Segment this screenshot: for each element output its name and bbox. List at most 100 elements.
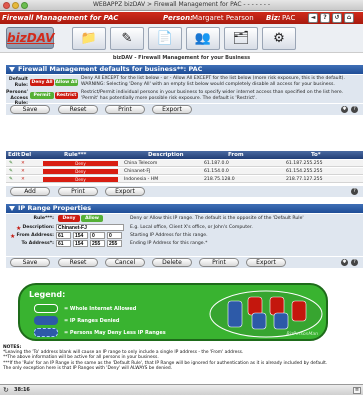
help-button[interactable]: ?: [320, 13, 330, 23]
col-from[interactable]: From: [228, 152, 244, 158]
from-octet-1[interactable]: [56, 232, 71, 239]
ip-range-button-row: Save Reset Cancel Delete Print Export ✱ …: [6, 257, 363, 268]
ip-range-properties-header[interactable]: IP Range Properties: [6, 204, 363, 213]
delete-x-icon[interactable]: ✕: [21, 177, 25, 182]
col-del: Del: [21, 152, 32, 158]
folder-icon[interactable]: 📁: [72, 27, 106, 50]
settings-gear-icon[interactable]: ✱: [341, 106, 348, 113]
default-rule-description: Deny All EXCEPT for the list below - or …: [81, 76, 345, 87]
col-edit: Edit: [8, 152, 21, 158]
to-address-label: To Address*:: [21, 241, 55, 246]
ip-save-button[interactable]: Save: [10, 258, 50, 267]
settings-gear-icon[interactable]: ✱: [341, 259, 348, 266]
to-cell: 218.77.127.255: [286, 177, 323, 182]
help-icon[interactable]: ?: [351, 188, 358, 195]
to-cell: 61.154.255.255: [286, 169, 323, 174]
defaults-print-button[interactable]: Print: [105, 105, 145, 114]
description-cell: Indonesia - HM: [124, 177, 159, 182]
app-header: Firewall Management for PAC Person: Marg…: [0, 12, 363, 24]
to-octet-1[interactable]: [56, 240, 71, 247]
pen-icon[interactable]: ✎: [110, 27, 144, 50]
col-rule[interactable]: Rule***: [64, 152, 86, 158]
tools-icon[interactable]: ⚙: [262, 27, 296, 50]
ip-print-button[interactable]: Print: [199, 258, 239, 267]
ip-cancel-button[interactable]: Cancel: [105, 258, 145, 267]
firewall-defaults-title: Firewall Management defaults for busines…: [18, 65, 203, 73]
home-button[interactable]: ⌂: [344, 13, 354, 23]
ip-denied-swatch: [34, 316, 58, 325]
table-row[interactable]: ✎ ✕ Deny Indonesia - HM 218.75.128.0 218…: [6, 176, 363, 183]
deny-all-toggle[interactable]: Deny All: [30, 79, 54, 86]
edit-pencil-icon[interactable]: ✎: [9, 169, 13, 174]
status-bar: ↻ 38:16 ≡: [0, 384, 363, 395]
firewall-defaults-header[interactable]: Firewall Management defaults for busines…: [6, 65, 363, 74]
from-address-label: From Address:: [16, 233, 54, 238]
delete-x-icon[interactable]: ✕: [21, 169, 25, 174]
people-icon[interactable]: 👥: [186, 27, 220, 50]
app-title: Firewall Management for PAC: [2, 14, 119, 22]
rule-cell: Deny: [43, 169, 118, 174]
from-cell: 61.187.0.0: [204, 161, 229, 166]
ip-delete-button[interactable]: Delete: [152, 258, 192, 267]
table-row[interactable]: ✎ ✕ Deny China Telecom 61.187.0.0 61.187…: [6, 160, 363, 167]
allow-all-toggle[interactable]: Allow All: [55, 79, 78, 86]
internet-allowed-swatch: [34, 304, 58, 313]
toolbar: bizDAV 📁 ✎ 📄 👥 🗂 ⚙: [0, 24, 363, 53]
add-rule-button[interactable]: Add: [10, 187, 50, 196]
persons-access-description: Restrict/Permit individual persons in yo…: [81, 90, 344, 101]
rules-print-button[interactable]: Print: [58, 187, 98, 196]
bizdav-logo[interactable]: bizDAV: [6, 27, 54, 49]
allow-toggle[interactable]: Allow: [81, 215, 103, 222]
table-row[interactable]: ✎ ✕ Deny Chinanet-FJ 61.154.0.0 61.154.2…: [6, 168, 363, 175]
back-button[interactable]: ◄: [308, 13, 318, 23]
person-value: Margaret Pearson: [192, 14, 254, 22]
persons-deny-swatch: [34, 328, 58, 337]
legend-watermark: BizPersonMan: [286, 332, 318, 337]
to-help-text: Ending IP Address for this range.*: [130, 241, 208, 246]
collapse-triangle-icon: [9, 67, 15, 72]
default-rule-panel: Default Rule: Deny All Allow All Deny Al…: [6, 75, 363, 106]
reload-icon[interactable]: ↻: [3, 386, 9, 394]
biz-value: PAC: [282, 14, 296, 22]
restrict-toggle[interactable]: Restrict: [55, 92, 78, 99]
ip-reset-button[interactable]: Reset: [58, 258, 98, 267]
rules-export-button[interactable]: Export: [105, 187, 145, 196]
status-progress: 38:16: [14, 387, 30, 393]
pages-icon[interactable]: 🗂: [224, 27, 258, 50]
help-icon[interactable]: ?: [351, 259, 358, 266]
defaults-button-row: Save Reset Print Export ✱ ?: [6, 104, 363, 115]
edit-pencil-icon[interactable]: ✎: [9, 177, 13, 182]
delete-x-icon[interactable]: ✕: [21, 161, 25, 166]
permit-toggle[interactable]: Permit: [30, 92, 54, 99]
from-octet-3[interactable]: [90, 232, 105, 239]
collapse-triangle-icon: [9, 206, 15, 211]
rule-cell: Deny: [43, 161, 118, 166]
col-description[interactable]: Description: [148, 152, 184, 158]
biz-label: Biz:: [266, 14, 281, 22]
legend-panel: Legend: = Whole Internet Allowed = IP Ra…: [18, 283, 328, 341]
defaults-export-button[interactable]: Export: [152, 105, 192, 114]
from-octet-4[interactable]: [107, 232, 122, 239]
help-icon[interactable]: ?: [351, 106, 358, 113]
col-to[interactable]: To*: [311, 152, 321, 158]
description-label: Description:: [22, 225, 54, 230]
legend-item-allowed: = Whole Internet Allowed: [64, 306, 137, 312]
resize-grip-icon[interactable]: ≡: [353, 387, 361, 394]
ip-range-form: Rule***: Deny Allow Deny or Allow this I…: [6, 214, 363, 256]
rule-label: Rule***:: [33, 216, 54, 221]
to-octet-4[interactable]: [107, 240, 122, 247]
document-icon[interactable]: 📄: [148, 27, 182, 50]
notes-block: NOTES: *Leaving the 'To' address blank w…: [3, 345, 363, 371]
description-input[interactable]: [56, 224, 124, 231]
refresh-button[interactable]: ↺: [332, 13, 342, 23]
defaults-reset-button[interactable]: Reset: [58, 105, 98, 114]
edit-pencil-icon[interactable]: ✎: [9, 161, 13, 166]
deny-toggle[interactable]: Deny: [58, 215, 80, 222]
to-octet-3[interactable]: [90, 240, 105, 247]
from-octet-2[interactable]: [73, 232, 88, 239]
ip-export-button[interactable]: Export: [246, 258, 286, 267]
to-octet-2[interactable]: [73, 240, 88, 247]
defaults-save-button[interactable]: Save: [10, 105, 50, 114]
description-cell: China Telecom: [124, 161, 158, 166]
from-help-text: Starting IP Address for this range.: [130, 233, 208, 238]
